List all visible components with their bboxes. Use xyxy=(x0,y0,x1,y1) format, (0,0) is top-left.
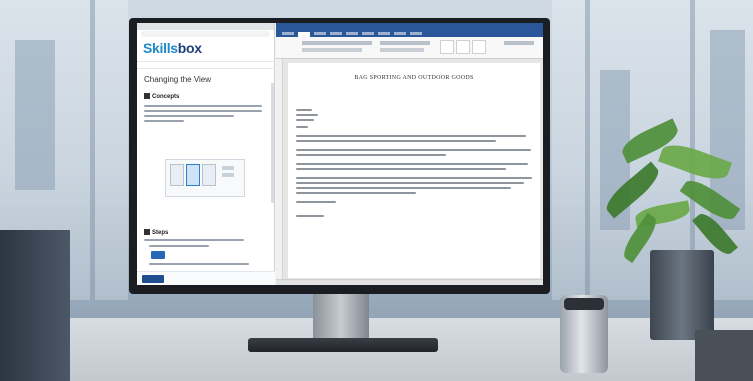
lesson-scrollbar[interactable] xyxy=(271,83,274,203)
document-text-line xyxy=(296,114,318,116)
tab-references[interactable] xyxy=(362,32,374,35)
document-text-line xyxy=(296,154,446,156)
steps-text-line xyxy=(149,245,209,247)
window-mullion xyxy=(90,0,95,300)
document-text-line xyxy=(296,140,496,142)
document-left-margin xyxy=(276,59,283,279)
document-text-line xyxy=(296,109,312,111)
document-text-line xyxy=(296,135,526,137)
steps-text-line xyxy=(149,263,249,265)
concepts-text-line xyxy=(144,110,262,112)
style-normal[interactable] xyxy=(440,40,454,54)
paragraph-controls[interactable] xyxy=(380,41,430,45)
desk-object xyxy=(695,330,753,381)
concepts-text-line xyxy=(144,120,184,122)
view-option-illustration xyxy=(222,166,234,170)
document-text-line xyxy=(296,126,308,128)
tab-review[interactable] xyxy=(394,32,406,35)
logo-part1: Skills xyxy=(143,40,178,56)
tab-file[interactable] xyxy=(282,32,294,35)
format-controls[interactable] xyxy=(302,48,362,52)
style-heading1[interactable] xyxy=(472,40,486,54)
steps-heading: Steps xyxy=(144,229,168,236)
tab-view[interactable] xyxy=(410,32,422,35)
alignment-controls[interactable] xyxy=(380,48,424,52)
steps-icon xyxy=(144,229,150,235)
read-mode-button-illustration xyxy=(170,164,184,186)
skillsbox-browser-window: Skillsbox Changing the View Concepts Ste… xyxy=(137,23,275,285)
lesson-title: Changing the View xyxy=(144,75,212,84)
document-text-line xyxy=(296,177,532,179)
document-text-line xyxy=(296,187,511,189)
document-text-line xyxy=(296,215,324,217)
document-text-line xyxy=(296,149,531,151)
steps-text-line xyxy=(144,239,244,241)
document-page[interactable]: BAG SPORTING AND OUTDOOR GOODS xyxy=(288,63,540,278)
logo-part2: box xyxy=(177,40,202,56)
browser-tab-bar xyxy=(137,23,274,30)
skillsbox-header: Skillsbox xyxy=(137,39,275,57)
tab-design[interactable] xyxy=(330,32,342,35)
views-group-illustration xyxy=(165,159,245,197)
document-text-line xyxy=(296,192,416,194)
word-window: BAG SPORTING AND OUTDOOR GOODS xyxy=(276,23,543,285)
document-text-line xyxy=(296,119,314,121)
view-tab-button-illustration xyxy=(151,251,165,259)
view-option-illustration xyxy=(222,173,234,177)
word-status-bar xyxy=(276,279,543,285)
window-mullion xyxy=(585,0,590,300)
word-ribbon xyxy=(276,37,543,59)
concepts-icon xyxy=(144,93,150,99)
concepts-text-line xyxy=(144,105,262,107)
laptop-edge xyxy=(0,230,70,381)
document-heading: BAG SPORTING AND OUTDOOR GOODS xyxy=(354,75,474,81)
tab-layout[interactable] xyxy=(346,32,358,35)
lesson-toolbar xyxy=(137,61,275,69)
document-text-line xyxy=(296,182,524,184)
tab-insert[interactable] xyxy=(314,32,326,35)
steps-label: Steps xyxy=(152,230,169,236)
monitor-stand xyxy=(313,293,369,343)
document-text-line xyxy=(296,168,506,170)
concepts-label: Concepts xyxy=(152,94,180,100)
lesson-footer xyxy=(137,271,275,285)
word-title-bar xyxy=(276,23,543,31)
photo-scene: Skillsbox Changing the View Concepts Ste… xyxy=(0,0,753,381)
concepts-heading: Concepts xyxy=(144,93,179,100)
plant-pot xyxy=(650,250,714,340)
editing-controls[interactable] xyxy=(504,41,534,45)
skillsbox-logo: Skillsbox xyxy=(143,40,202,56)
font-controls[interactable] xyxy=(302,41,372,45)
web-layout-button-illustration xyxy=(202,164,216,186)
distant-building xyxy=(15,40,55,190)
smart-speaker-top xyxy=(564,298,604,310)
document-text-line xyxy=(296,201,336,203)
next-button[interactable] xyxy=(142,275,164,283)
tab-mailings[interactable] xyxy=(378,32,390,35)
style-no-spacing[interactable] xyxy=(456,40,470,54)
print-layout-button-illustration xyxy=(186,164,200,186)
concepts-text-line xyxy=(144,115,234,117)
monitor-base xyxy=(248,338,438,352)
browser-address-bar xyxy=(141,31,270,37)
document-text-line xyxy=(296,163,528,165)
monitor-screen: Skillsbox Changing the View Concepts Ste… xyxy=(137,23,543,285)
